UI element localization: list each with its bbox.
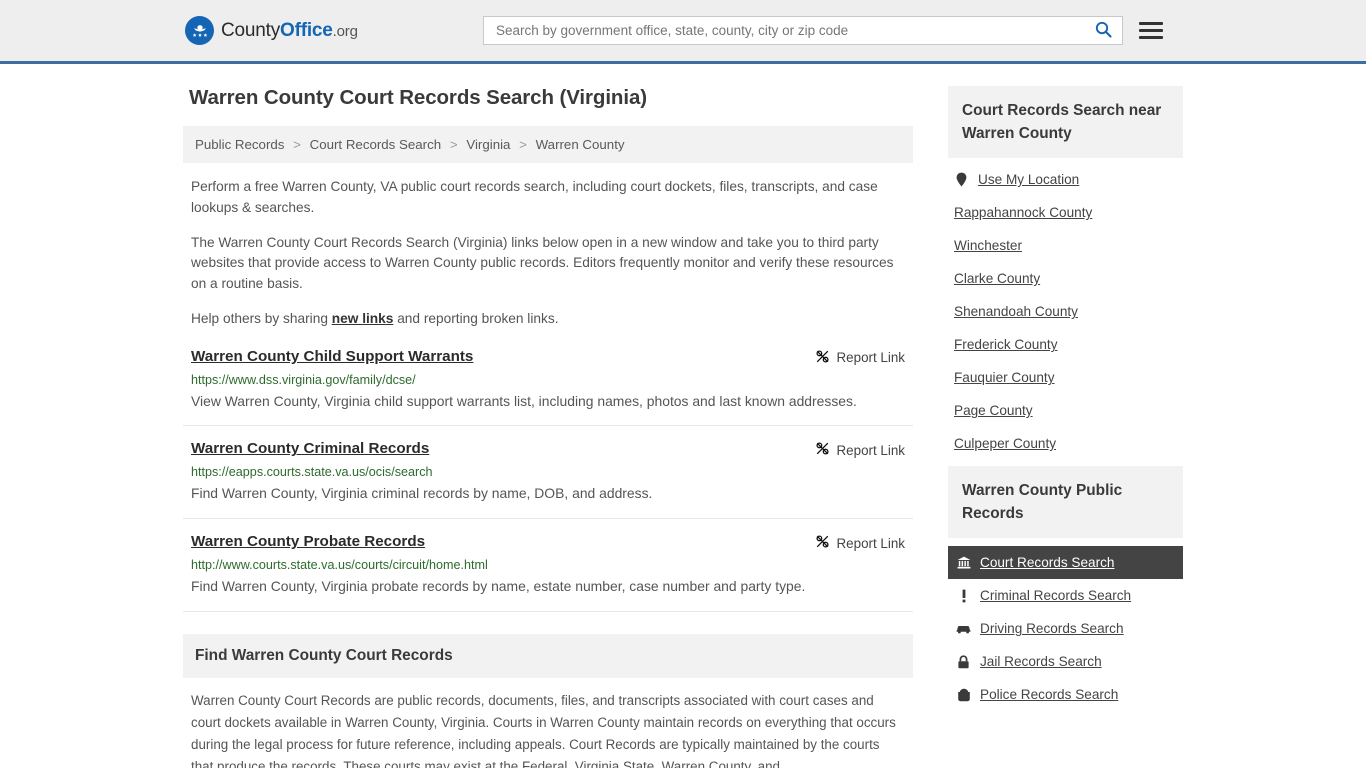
site-logo[interactable]: CountyOffice.org — [185, 16, 358, 45]
list-item: Winchester — [948, 229, 1183, 262]
breadcrumb-item-warren-county[interactable]: Warren County — [536, 137, 625, 152]
car-icon — [956, 623, 971, 634]
intro-paragraph-1: Perform a free Warren County, VA public … — [191, 179, 878, 215]
sidebar-item-clarke-county[interactable]: Clarke County — [954, 271, 1040, 286]
search-input[interactable] — [494, 22, 1093, 39]
sidebar-link-label[interactable]: Police Records Search — [980, 687, 1118, 702]
site-header: CountyOffice.org — [0, 0, 1366, 64]
padlock-icon — [956, 655, 971, 669]
list-item: Frederick County — [948, 328, 1183, 361]
result-url[interactable]: http://www.courts.state.va.us/courts/cir… — [191, 558, 905, 572]
find-records-heading-band: Find Warren County Court Records — [183, 633, 913, 678]
logo-text-org: .org — [332, 22, 358, 40]
search-icon — [1095, 21, 1112, 41]
find-records-body: Warren County Court Records are public r… — [183, 678, 913, 768]
sidebar-link-label[interactable]: Criminal Records Search — [980, 588, 1131, 603]
sidebar-item-winchester[interactable]: Winchester — [954, 238, 1022, 253]
breadcrumb-separator: > — [519, 137, 527, 152]
main-content: Warren County Court Records Search (Virg… — [183, 86, 913, 768]
sidebar: Court Records Search near Warren County … — [948, 86, 1183, 768]
nearby-locations-list: Use My Location Rappahannock County Winc… — [948, 158, 1183, 460]
new-links-link[interactable]: new links — [332, 311, 394, 326]
sidebar-item-criminal-records-search[interactable]: Criminal Records Search — [948, 579, 1183, 612]
eagle-stars-emblem-icon — [185, 16, 214, 45]
sidebar-link-label[interactable]: Driving Records Search — [980, 621, 1124, 636]
list-item: Shenandoah County — [948, 295, 1183, 328]
report-link-button[interactable]: Report Link — [815, 441, 905, 459]
report-link-label: Report Link — [836, 350, 905, 366]
find-records-paragraph: Warren County Court Records are public r… — [191, 692, 896, 768]
sidebar-link-label[interactable]: Jail Records Search — [980, 654, 1102, 669]
sidebar-item-driving-records-search[interactable]: Driving Records Search — [948, 612, 1183, 645]
result-title-link[interactable]: Warren County Probate Records — [191, 533, 425, 550]
sidebar-item-police-records-search[interactable]: Police Records Search — [948, 678, 1183, 711]
map-pin-icon — [954, 172, 969, 187]
result-description: View Warren County, Virginia child suppo… — [191, 392, 857, 409]
sidebar-link-label[interactable]: Court Records Search — [980, 555, 1114, 570]
use-my-location-link[interactable]: Use My Location — [978, 172, 1079, 187]
police-badge-icon — [956, 688, 971, 702]
result-url[interactable]: https://www.dss.virginia.gov/family/dcse… — [191, 373, 905, 387]
bank-building-icon — [956, 556, 971, 569]
nearby-search-heading-band: Court Records Search near Warren County — [948, 86, 1183, 159]
broken-link-icon — [815, 349, 830, 367]
find-records-heading: Find Warren County Court Records — [195, 646, 453, 664]
report-link-label: Report Link — [836, 442, 905, 458]
sidebar-item-page-county[interactable]: Page County — [954, 403, 1033, 418]
sidebar-item-rappahannock-county[interactable]: Rappahannock County — [954, 205, 1092, 220]
sidebar-item-frederick-county[interactable]: Frederick County — [954, 337, 1058, 352]
breadcrumb-separator: > — [293, 137, 301, 152]
sidebar-item-jail-records-search[interactable]: Jail Records Search — [948, 645, 1183, 678]
list-item: Page County — [948, 394, 1183, 427]
page-title: Warren County Court Records Search (Virg… — [189, 86, 647, 109]
result-item: Warren County Criminal Records Report Li… — [183, 438, 913, 519]
sidebar-item-culpeper-county[interactable]: Culpeper County — [954, 436, 1056, 451]
breadcrumb-item-court-records-search[interactable]: Court Records Search — [310, 137, 442, 152]
broken-link-icon — [815, 534, 830, 552]
list-item: Culpeper County — [948, 427, 1183, 460]
report-link-button[interactable]: Report Link — [815, 349, 905, 367]
report-link-button[interactable]: Report Link — [815, 534, 905, 552]
result-title-link[interactable]: Warren County Child Support Warrants — [191, 348, 473, 365]
exclamation-mark-icon — [956, 589, 971, 603]
nearby-search-heading: Court Records Search near Warren County — [962, 102, 1162, 143]
public-records-list: Court Records Search Criminal Records Se… — [948, 546, 1183, 711]
share-text-before: Help others by sharing — [191, 311, 332, 327]
share-text-after: and reporting broken links. — [393, 311, 559, 327]
result-description: Find Warren County, Virginia probate rec… — [191, 578, 806, 594]
result-description: Find Warren County, Virginia criminal re… — [191, 485, 653, 502]
breadcrumb: Public Records > Court Records Search > … — [183, 126, 913, 163]
intro-paragraph-3: Help others by sharing new links and rep… — [183, 309, 913, 330]
broken-link-icon — [815, 441, 830, 459]
list-item: Clarke County — [948, 262, 1183, 295]
list-item: Use My Location — [948, 158, 1183, 196]
report-link-label: Report Link — [836, 535, 905, 551]
public-records-heading: Warren County Public Records — [962, 482, 1123, 523]
hamburger-menu-icon[interactable] — [1139, 22, 1163, 39]
logo-text-county: County — [221, 19, 281, 41]
result-title-link[interactable]: Warren County Criminal Records — [191, 440, 429, 457]
list-item: Rappahannock County — [948, 196, 1183, 229]
breadcrumb-item-virginia[interactable]: Virginia — [466, 137, 510, 152]
result-item: Warren County Probate Records Report Lin… — [183, 531, 913, 612]
result-item: Warren County Child Support Warrants Rep… — [183, 346, 913, 427]
intro-text: Perform a free Warren County, VA public … — [183, 177, 913, 330]
search-button[interactable] — [1093, 21, 1114, 41]
logo-text-office: Office — [280, 19, 333, 41]
search-box[interactable] — [483, 16, 1123, 45]
breadcrumb-item-public-records[interactable]: Public Records — [195, 137, 284, 152]
intro-paragraph-2: The Warren County Court Records Search (… — [191, 234, 894, 292]
list-item: Fauquier County — [948, 361, 1183, 394]
public-records-heading-band: Warren County Public Records — [948, 466, 1183, 539]
sidebar-item-shenandoah-county[interactable]: Shenandoah County — [954, 304, 1078, 319]
breadcrumb-separator: > — [449, 137, 458, 152]
sidebar-item-fauquier-county[interactable]: Fauquier County — [954, 370, 1055, 385]
sidebar-item-court-records-search[interactable]: Court Records Search — [948, 546, 1183, 580]
results-list: Warren County Child Support Warrants Rep… — [183, 346, 913, 612]
result-url[interactable]: https://eapps.courts.state.va.us/ocis/se… — [191, 465, 905, 479]
